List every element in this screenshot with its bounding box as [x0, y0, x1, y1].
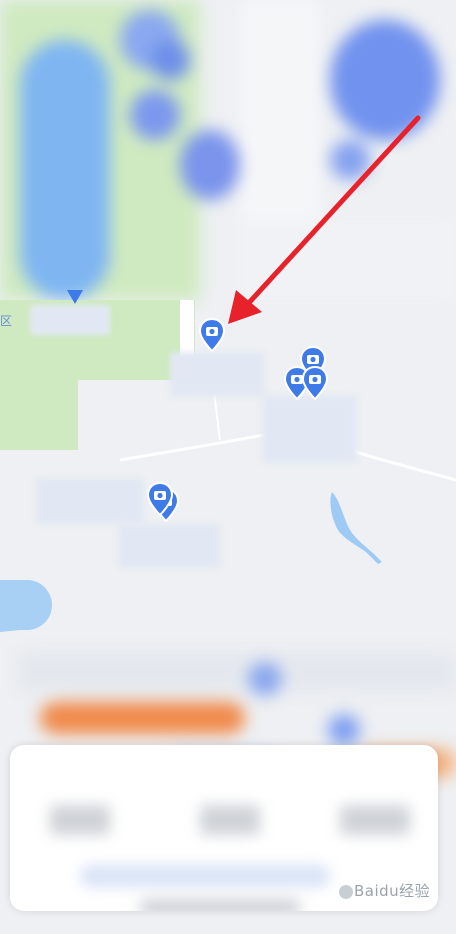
map-view[interactable]: 区 Baidu经验 [0, 0, 456, 934]
watermark: Baidu经验 [338, 880, 430, 901]
